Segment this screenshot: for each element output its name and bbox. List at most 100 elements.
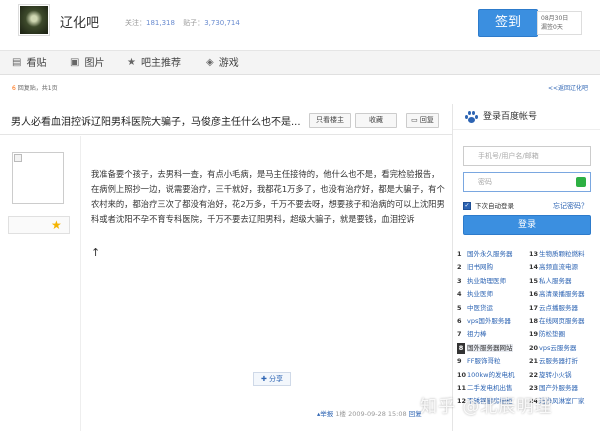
ad-rank: 8 — [457, 342, 465, 354]
reply-button[interactable]: ▭ 回复 — [406, 113, 439, 128]
reply-count: 6 回复贴，共1页 — [12, 80, 58, 98]
ad-item[interactable]: 4 执业医师 — [457, 289, 493, 300]
thread-title-bar: 男人必看血泪控诉辽阳男科医院大骗子，马俊彦主任什么也不是... 只看楼主 收藏 … — [0, 104, 452, 135]
ad-label: vps国外服务器 — [467, 317, 511, 325]
ad-item[interactable]: 14高频直流电源 — [529, 262, 578, 273]
ad-item[interactable]: 13生物质颗粒燃料 — [529, 249, 585, 260]
only-op-button[interactable]: 只看楼主 — [309, 113, 351, 128]
image-icon: ▣ — [70, 57, 80, 68]
forum-logo[interactable] — [18, 4, 50, 36]
ad-rank: 13 — [529, 250, 539, 258]
baidu-paw-icon — [465, 111, 478, 123]
remember-label: 下次自动登录 — [475, 202, 514, 210]
ad-rank: 22 — [529, 370, 539, 379]
tab-recommend[interactable]: ★ 吧主推荐 — [127, 51, 181, 75]
tab-games-label: 游戏 — [218, 58, 239, 69]
sign-streak: 漏签0天 — [541, 24, 563, 31]
ad-rank: 6 — [457, 317, 462, 325]
sign-date: 08月30日 — [541, 15, 569, 22]
followers-count: 181,318 — [146, 19, 175, 27]
ad-item[interactable]: 17云点播服务器 — [529, 303, 578, 314]
star-badge-icon: ★ — [51, 218, 62, 232]
tab-games[interactable]: ◈ 游戏 — [206, 51, 239, 75]
ad-label: 在线网页服务器 — [539, 317, 585, 325]
ad-item[interactable]: 19防松垫圈 — [529, 329, 565, 340]
ad-label: 高频直流电源 — [539, 263, 578, 272]
ad-item[interactable]: 21云服务器打折 — [529, 356, 578, 367]
remember-checkbox[interactable]: ✓ — [463, 202, 471, 210]
watermark: 知乎 @北辰明理 — [420, 397, 553, 417]
username-input[interactable]: 手机号/用户名/邮箱 — [463, 146, 591, 166]
ad-item[interactable]: 1 国外永久服务器 — [457, 249, 513, 260]
ad-item[interactable]: 5 中医货运 — [457, 303, 493, 314]
back-to-forum-link[interactable]: <<返回辽化吧 — [548, 80, 588, 98]
text-cursor-icon: ↑ — [91, 246, 101, 259]
login-button[interactable]: 登录 — [463, 215, 591, 235]
reply-count-number: 6 — [12, 85, 16, 92]
ad-rank: 17 — [529, 303, 539, 312]
favorite-button[interactable]: 收藏 — [355, 113, 397, 128]
ad-label: 国外服务器网站 — [467, 343, 513, 352]
forgot-password-link[interactable]: 忘记密码？ — [553, 201, 588, 211]
post-footer: ▴举报 1楼 2009-09-28 15:08 回复 — [317, 408, 422, 418]
post-author: ★ — [0, 136, 80, 431]
tab-images-label: 图片 — [84, 58, 105, 69]
login-title: 登录百度帐号 — [483, 112, 538, 122]
report-label: 举报 — [320, 410, 334, 418]
ad-label: 私人服务器 — [539, 276, 572, 285]
password-input[interactable]: 密码 — [463, 172, 591, 192]
forum-name[interactable]: 辽化吧 — [60, 12, 99, 31]
ad-item[interactable]: 2 旧书网购 — [457, 262, 493, 273]
ad-rank: 4 — [457, 290, 462, 299]
ad-label: 高清录播服务器 — [539, 290, 585, 299]
sign-info: 08月30日 漏签0天 — [537, 11, 582, 35]
forum-nav: ▤ 看贴 ▣ 图片 ★ 吧主推荐 ◈ 游戏 — [0, 50, 600, 75]
tab-images[interactable]: ▣ 图片 — [70, 51, 104, 75]
post-time: 2009-09-28 15:08 — [348, 410, 407, 418]
floor-number: 1楼 — [335, 410, 346, 418]
ad-rank: 10 — [457, 370, 467, 379]
ad-rank: 18 — [529, 317, 539, 325]
ad-rank: 16 — [529, 290, 539, 299]
sign-in-button[interactable]: 签到 — [478, 9, 538, 37]
ad-rank: 21 — [529, 357, 539, 366]
ad-rank: 9 — [457, 357, 462, 366]
share-button[interactable]: ✚ 分享 — [253, 372, 291, 386]
ad-item[interactable]: 18在线网页服务器 — [529, 316, 585, 327]
reply-count-text: 回复贴，共1页 — [17, 85, 58, 92]
post-content: 我准备要个孩子，去男科一查，有点小毛病，是马主任接待的，他什么也不是，看完检验报… — [91, 169, 445, 224]
ad-label: 旋转小火锅 — [539, 370, 572, 379]
ad-item[interactable]: 22旋转小火锅 — [529, 370, 572, 381]
right-sidebar: 登录百度帐号 手机号/用户名/邮箱 密码 ✓ 下次自动登录 忘记密码？ 登录 1… — [452, 104, 600, 431]
ad-item[interactable]: 16高清录播服务器 — [529, 289, 585, 300]
ad-rank: 5 — [457, 303, 462, 312]
ad-item[interactable]: 10100kw的发电机 — [457, 370, 515, 381]
avatar[interactable] — [12, 152, 64, 204]
reply-icon: ▭ — [411, 116, 420, 124]
gamepad-icon: ◈ — [206, 57, 214, 68]
ad-item[interactable]: 15私人服务器 — [529, 276, 572, 287]
reply-button-label: 回复 — [419, 116, 434, 124]
ad-label: 100kw的发电机 — [467, 370, 515, 379]
ad-rank: 19 — [529, 330, 539, 339]
ad-rank: 15 — [529, 276, 539, 285]
ad-item[interactable]: 9 FF服饰哥粒 — [457, 356, 500, 367]
report-link[interactable]: ▴举报 — [317, 410, 333, 418]
ad-item[interactable]: 6 vps国外服务器 — [457, 316, 511, 327]
ad-label: 防松垫圈 — [539, 330, 565, 339]
ad-item[interactable]: 8 国外服务器网站 — [457, 342, 513, 354]
ad-rank: 7 — [457, 330, 462, 339]
ad-label: 国产外服务器 — [539, 384, 578, 392]
ad-item[interactable]: 20vps云服务器 — [529, 343, 576, 354]
ad-label: 执业助理医师 — [467, 276, 506, 285]
ad-rank: 2 — [457, 263, 462, 272]
ad-item[interactable]: 7 祖力棒 — [457, 329, 487, 340]
ad-rank: 14 — [529, 263, 539, 272]
ad-item[interactable]: 3 执业助理医师 — [457, 276, 506, 287]
followers-label: 关注： — [125, 19, 146, 27]
password-placeholder: 密码 — [478, 178, 492, 186]
keyboard-lock-icon[interactable] — [576, 177, 586, 187]
tab-posts[interactable]: ▤ 看贴 — [12, 51, 46, 75]
ad-label: 执业医师 — [467, 290, 493, 299]
ad-label: 生物质颗粒燃料 — [539, 250, 585, 258]
